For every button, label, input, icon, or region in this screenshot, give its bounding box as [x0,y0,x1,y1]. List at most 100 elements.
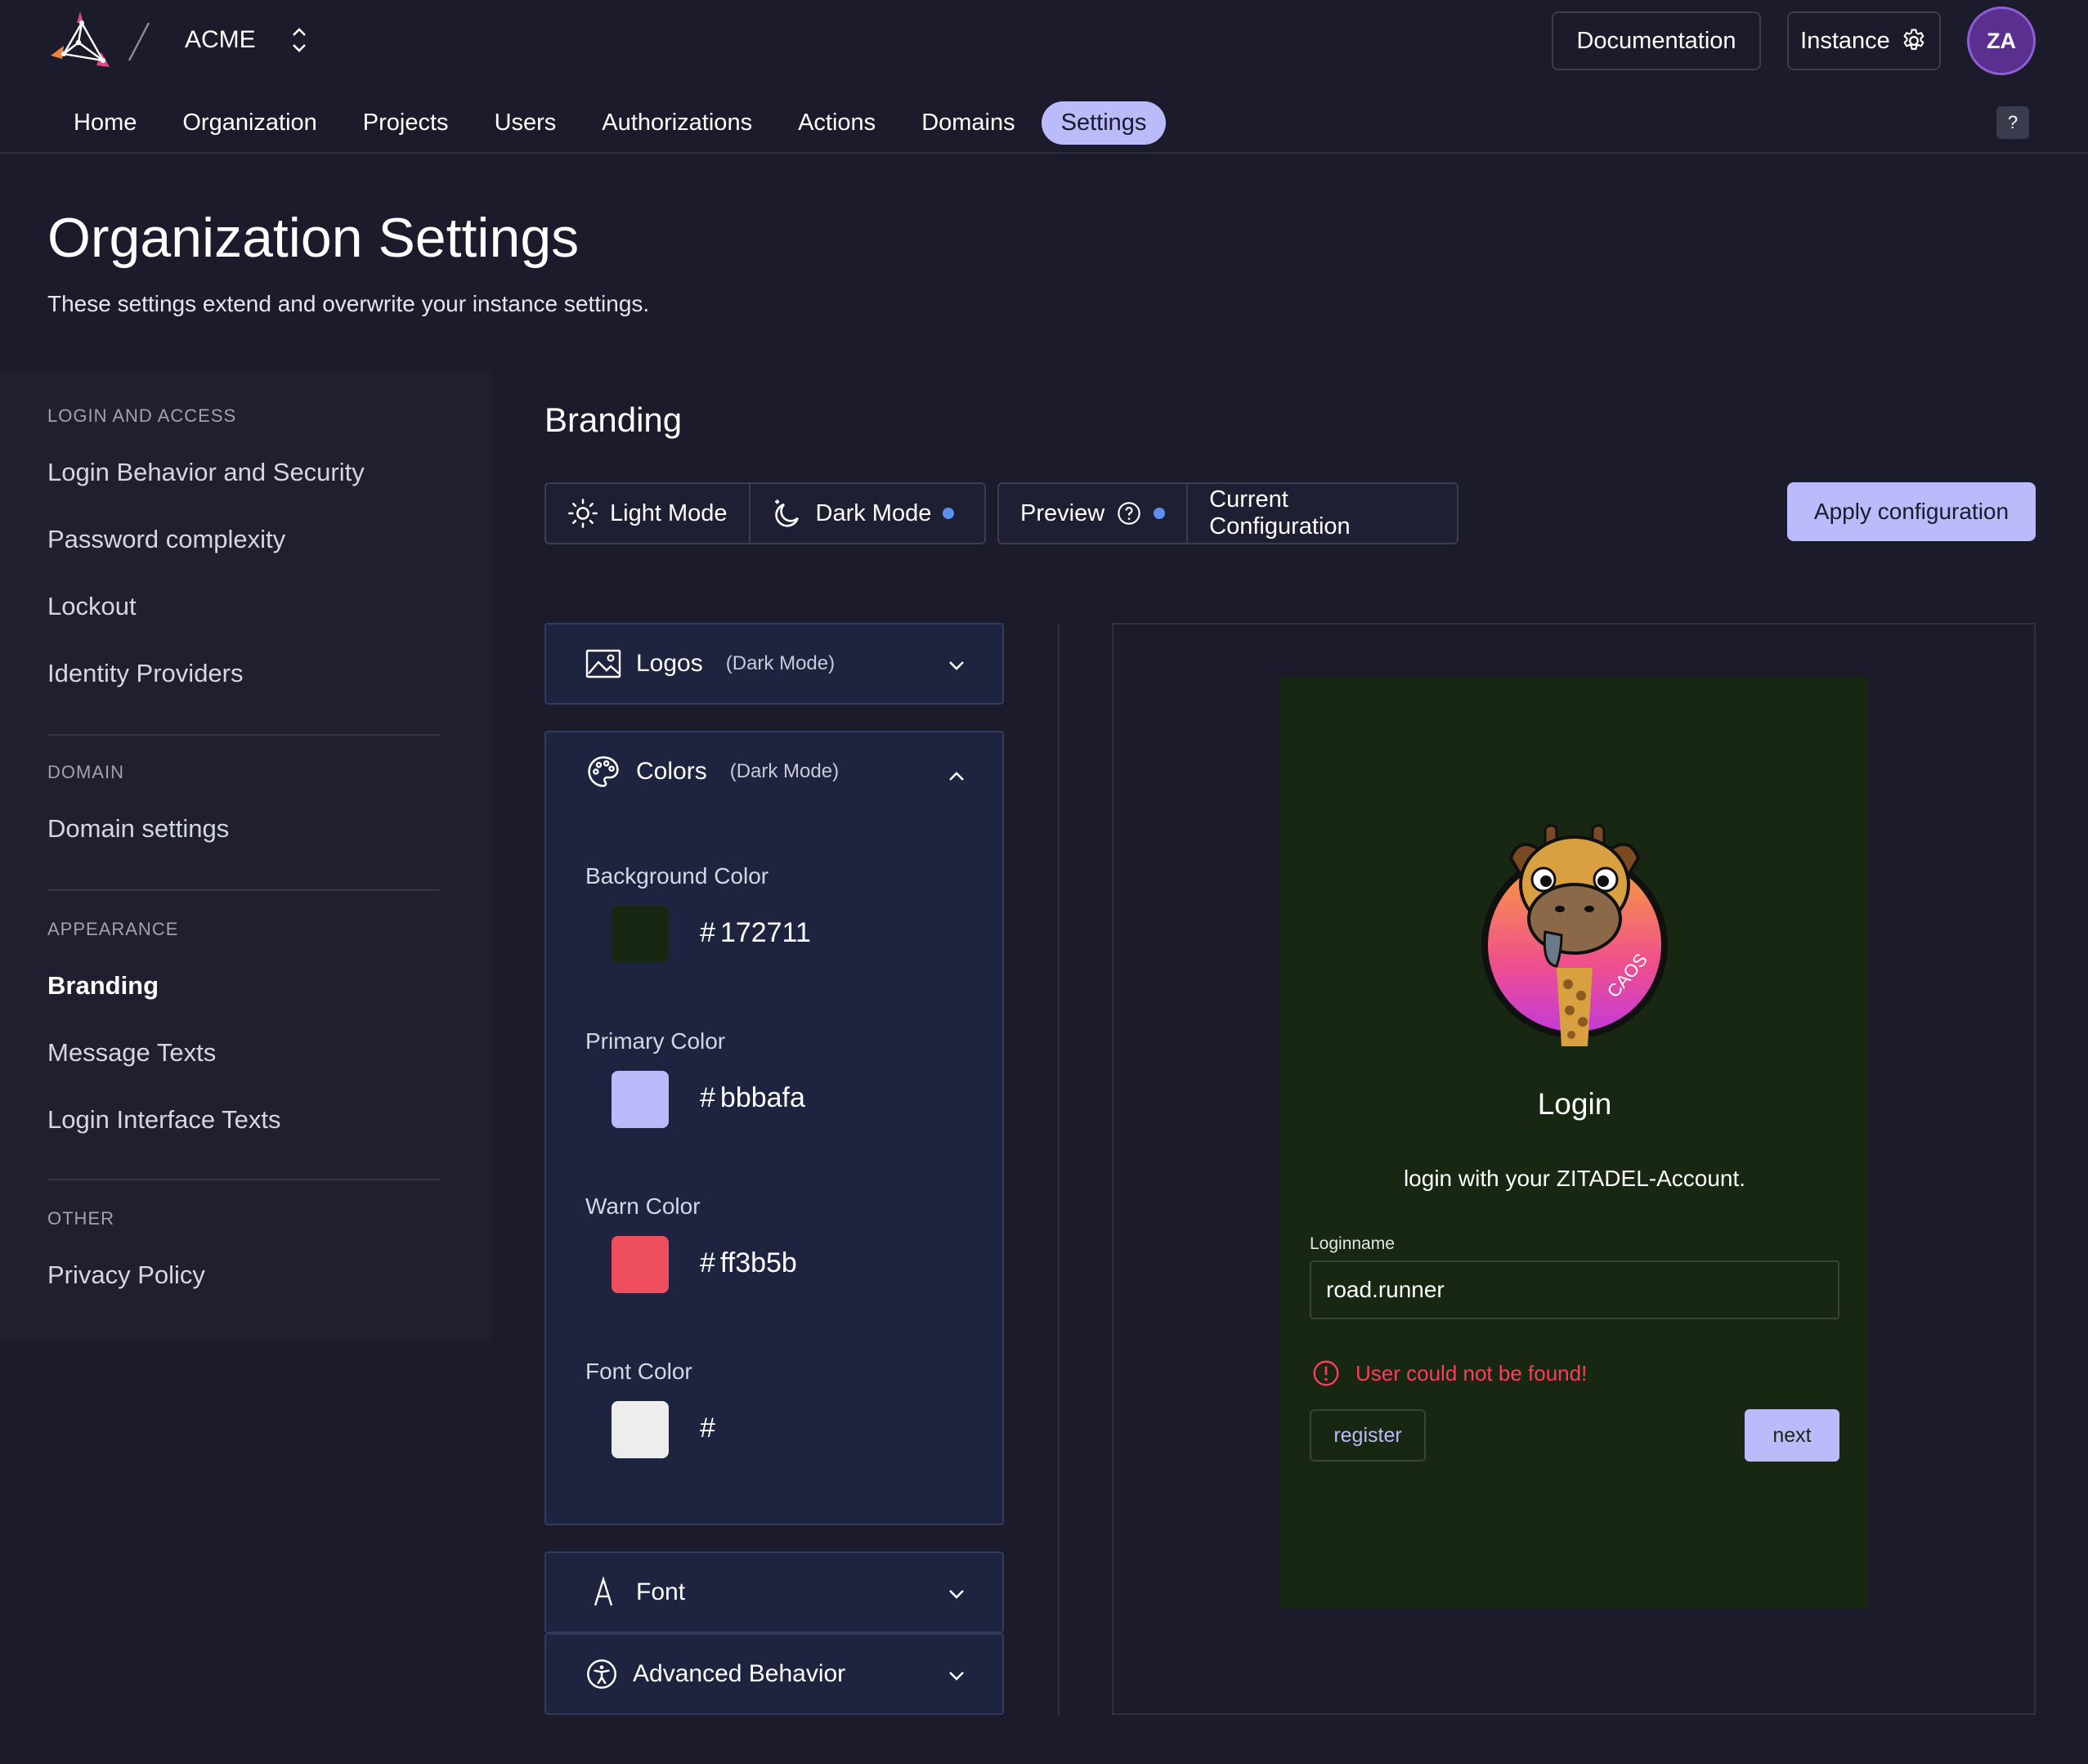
page-title: Organization Settings [47,207,580,269]
sidebar-divider [47,889,440,891]
logos-panel[interactable]: Logos (Dark Mode) [544,623,1004,705]
sidebar-item-domain-settings[interactable]: Domain settings [47,814,229,844]
hash-icon: # [700,1413,715,1444]
sidebar-item-message-texts[interactable]: Message Texts [47,1038,216,1068]
preview-label: Preview [1020,499,1105,526]
sidebar-heading-other: OTHER [47,1208,114,1229]
chevron-up-icon[interactable] [947,767,966,786]
error-icon [1313,1360,1339,1386]
login-error-text: User could not be found! [1355,1360,1588,1386]
dark-mode-active-dot [943,508,955,519]
breadcrumb-separator-icon [128,22,150,61]
nav-authorizations[interactable]: Authorizations [579,101,775,145]
settings-sidebar [0,373,492,1341]
main-nav: Home Organization Projects Users Authori… [51,100,1167,146]
hash-icon: # [700,1082,715,1113]
logos-mode: (Dark Mode) [725,652,836,674]
sidebar-item-password-complexity[interactable]: Password complexity [47,525,285,554]
vertical-divider [1058,623,1060,1715]
page-subtitle: These settings extend and overwrite your… [47,291,650,316]
preview-active-dot [1154,508,1166,519]
loginname-value: road.runner [1326,1277,1445,1302]
current-configuration-button[interactable]: Current Configuration [1186,484,1457,543]
nav-home[interactable]: Home [51,101,159,145]
warn-color-value[interactable]: # ff3b5b [700,1247,797,1279]
light-mode-label: Light Mode [610,499,728,526]
primary-color-swatch[interactable] [612,1071,669,1128]
help-circle-icon[interactable] [1116,500,1142,526]
hash-icon: # [700,917,715,948]
sidebar-divider [47,734,440,736]
sidebar-item-privacy-policy[interactable]: Privacy Policy [47,1260,205,1290]
login-description: login with your ZITADEL-Account. [1403,1166,1746,1191]
primary-color-value[interactable]: # bbbafa [700,1082,805,1114]
next-button[interactable]: next [1745,1409,1839,1462]
sidebar-item-login-behavior[interactable]: Login Behavior and Security [47,458,365,487]
theme-mode-toggle: Light Mode Dark Mode [544,482,986,544]
font-color-label: Font Color [585,1359,692,1384]
warn-color-swatch[interactable] [612,1236,669,1293]
font-color-swatch[interactable] [612,1401,669,1458]
colors-title: Colors [636,758,707,785]
sidebar-divider [47,1179,440,1180]
hash-icon: # [700,1247,715,1278]
background-color-value[interactable]: # 172711 [700,917,811,949]
colors-panel-header[interactable]: Colors (Dark Mode) [546,732,1002,811]
sidebar-item-branding[interactable]: Branding [47,971,159,1001]
nav-users[interactable]: Users [472,101,580,145]
preview-button[interactable]: Preview [999,484,1186,543]
instance-label: Instance [1800,27,1890,54]
warn-color-label: Warn Color [585,1193,701,1219]
chevron-down-icon[interactable] [947,656,966,675]
login-preview-card [1280,677,1869,1609]
sidebar-heading-domain: DOMAIN [47,762,124,782]
moon-icon [774,499,799,527]
org-name[interactable]: ACME [185,26,256,54]
help-button[interactable]: ? [1996,106,2029,139]
sun-icon [568,499,598,528]
sidebar-item-lockout[interactable]: Lockout [47,592,137,621]
warn-color-hex: ff3b5b [719,1247,797,1278]
font-color-value[interactable]: # [700,1413,720,1444]
advanced-behavior-panel[interactable]: Advanced Behavior [544,1633,1004,1715]
palette-icon [588,756,619,787]
background-color-swatch[interactable] [612,906,669,963]
chevron-down-icon[interactable] [947,1584,966,1604]
user-avatar[interactable]: ZA [1967,7,2036,75]
nav-organization[interactable]: Organization [159,101,339,145]
image-icon [585,649,621,678]
preview-toggle: Preview Current Configuration [997,482,1458,544]
font-icon [594,1576,613,1606]
nav-domains[interactable]: Domains [898,101,1037,145]
nav-projects[interactable]: Projects [340,101,472,145]
zitadel-logo[interactable] [47,8,113,72]
nav-divider [0,152,2088,154]
light-mode-button[interactable]: Light Mode [546,484,749,543]
nav-settings[interactable]: Settings [1041,101,1167,145]
login-title: Login [1537,1087,1612,1121]
nav-actions[interactable]: Actions [775,101,898,145]
org-switch-icon[interactable] [289,25,309,56]
documentation-button[interactable]: Documentation [1552,11,1761,70]
loginname-label: Loginname [1310,1234,1395,1253]
background-color-hex: 172711 [719,917,811,948]
loginname-input[interactable]: road.runner [1310,1260,1839,1319]
sidebar-heading-appearance: APPEARANCE [47,919,179,939]
chevron-down-icon[interactable] [947,1666,966,1686]
sidebar-item-identity-providers[interactable]: Identity Providers [47,659,244,688]
font-panel[interactable]: Font [544,1551,1004,1633]
apply-configuration-button[interactable]: Apply configuration [1787,482,2036,541]
primary-color-label: Primary Color [585,1028,726,1054]
accessibility-icon [587,1659,616,1689]
register-button[interactable]: register [1310,1409,1426,1462]
advanced-behavior-title: Advanced Behavior [633,1660,846,1687]
logos-title: Logos [636,650,703,677]
dark-mode-label: Dark Mode [815,499,932,526]
primary-color-hex: bbbafa [719,1082,805,1113]
font-title: Font [636,1578,686,1605]
sidebar-item-login-interface-texts[interactable]: Login Interface Texts [47,1105,281,1135]
dark-mode-button[interactable]: Dark Mode [748,484,976,543]
instance-button[interactable]: Instance [1787,11,1941,70]
colors-mode: (Dark Mode) [729,760,840,782]
login-error: User could not be found! [1311,1359,1587,1388]
